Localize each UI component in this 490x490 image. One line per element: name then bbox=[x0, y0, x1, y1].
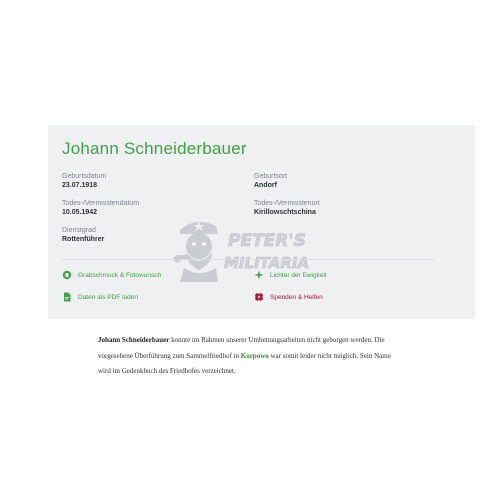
rank-label: Dienstgrad bbox=[62, 227, 96, 234]
biography-paragraph: Johann Schneiderbauer konnte im Rahmen u… bbox=[98, 333, 398, 380]
pdf-download-link[interactable]: Daten als PDF laden bbox=[62, 292, 138, 302]
eternal-lights-link[interactable]: Lichter der Ewigkeit bbox=[254, 270, 327, 280]
birth-place-label: Geburtsort bbox=[254, 173, 288, 180]
pdf-file-icon bbox=[62, 292, 72, 302]
candle-sparkle-icon bbox=[254, 270, 264, 280]
pdf-download-label: Daten als PDF laden bbox=[78, 293, 138, 301]
birth-date-value: 23.07.1918 bbox=[62, 182, 98, 189]
grave-jewelry-link[interactable]: Grabschmuck & Fotowunsch bbox=[62, 270, 161, 280]
rank-field: Dienstgrad Rottenführer bbox=[62, 226, 104, 245]
donate-link[interactable]: Spenden & Helfen bbox=[254, 292, 323, 302]
birth-place-field: Geburtsort Andorf bbox=[254, 172, 287, 191]
death-date-label: Todes-/Vermisstendatum bbox=[62, 200, 140, 207]
heart-flower-icon bbox=[254, 292, 264, 302]
birth-date-field: Geburtsdatum 23.07.1918 bbox=[62, 172, 106, 191]
card-divider bbox=[62, 259, 434, 260]
person-name: Johann Schneiderbauer bbox=[62, 139, 247, 158]
grave-jewelry-label: Grabschmuck & Fotowunsch bbox=[78, 271, 162, 279]
birth-date-label: Geburtsdatum bbox=[62, 173, 107, 180]
donate-label: Spenden & Helfen bbox=[270, 293, 323, 301]
bio-person-name: Johann Schneiderbauer bbox=[98, 336, 170, 344]
birth-place-value: Andorf bbox=[254, 182, 277, 189]
watermark-line1: PETER'S bbox=[228, 231, 306, 251]
eternal-lights-label: Lichter der Ewigkeit bbox=[270, 271, 327, 279]
rank-value: Rottenführer bbox=[62, 236, 105, 243]
cemetery-link[interactable]: Korpowo bbox=[241, 352, 269, 360]
death-place-label: Todes-/Vermisstenort bbox=[254, 200, 320, 207]
death-date-field: Todes-/Vermisstendatum 10.05.1942 bbox=[62, 199, 139, 218]
flower-badge-icon bbox=[62, 270, 72, 280]
death-date-value: 10.05.1942 bbox=[62, 209, 98, 216]
